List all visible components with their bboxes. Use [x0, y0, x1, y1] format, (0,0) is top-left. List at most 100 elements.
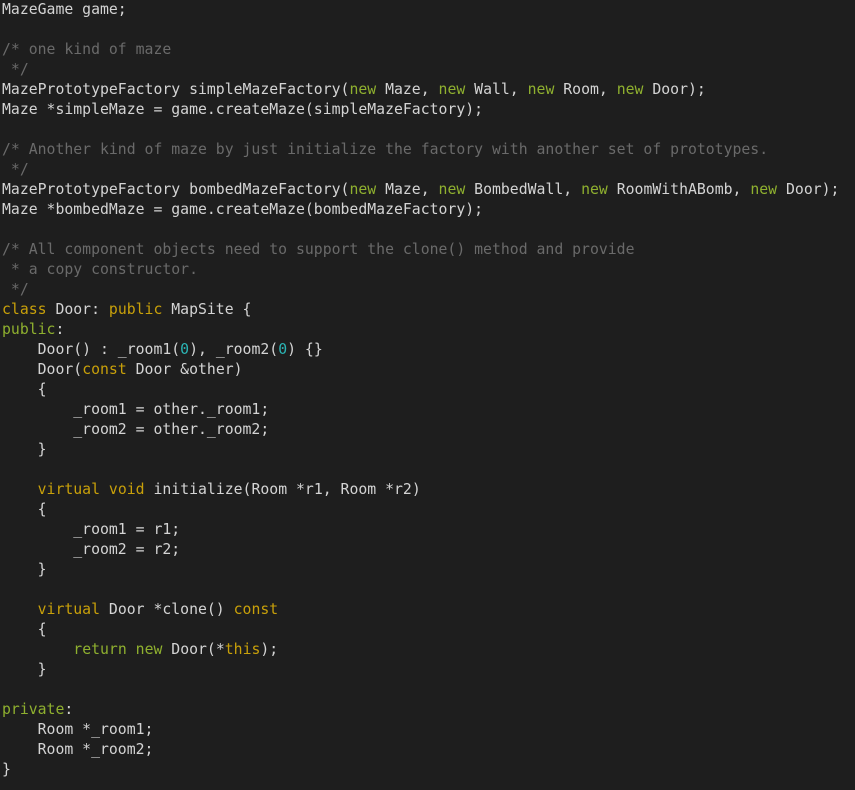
code-line: MazePrototypeFactory bombedMazeFactory(n… [2, 180, 839, 200]
code-token-new: new [527, 81, 555, 98]
code-line: * a copy constructor. [2, 260, 198, 280]
code-token-plain: _room2 = other._room2; [2, 421, 270, 438]
code-token-plain: MapSite { [162, 301, 252, 318]
code-line: _room1 = other._room1; [2, 400, 269, 420]
code-token-new: new [750, 181, 778, 198]
code-line: /* one kind of maze [2, 40, 171, 60]
code-token-plain: ); [260, 641, 279, 658]
code-line: } [2, 560, 47, 580]
code-token-plain: _room1 = r1; [2, 521, 181, 538]
code-token-new: private [2, 701, 65, 718]
code-line: virtual void initialize(Room *r1, Room *… [2, 480, 421, 500]
code-line: MazeGame game; [2, 0, 127, 20]
code-line: Room *_room2; [2, 740, 154, 760]
code-token-keyword: virtual [37, 601, 100, 618]
code-line: */ [2, 160, 29, 180]
code-line: return new Door(*this); [2, 640, 278, 660]
code-line: MazePrototypeFactory simpleMazeFactory(n… [2, 80, 706, 100]
code-line: virtual Door *clone() const [2, 600, 279, 620]
code-token-plain: { [2, 381, 47, 398]
code-token-plain: BombedWall, [465, 181, 582, 198]
code-token-comment: */ [2, 281, 29, 298]
code-token-new: return [73, 641, 127, 658]
code-line: private: [2, 700, 73, 720]
code-token-plain: Door &other) [126, 361, 243, 378]
code-token-plain: MazePrototypeFactory simpleMazeFactory( [2, 81, 350, 98]
code-token-comment: /* All component objects need to support… [2, 241, 635, 258]
code-line: /* Another kind of maze by just initiali… [2, 140, 768, 160]
code-token-keyword: void [108, 481, 145, 498]
code-token-keyword: virtual [37, 481, 100, 498]
code-line: _room1 = r1; [2, 520, 180, 540]
code-editor[interactable]: MazeGame game; /* one kind of maze */ Maze… [0, 0, 855, 790]
code-token-plain: Maze *simpleMaze = game.createMaze(simpl… [2, 101, 484, 118]
code-token-plain: } [2, 661, 47, 678]
code-token-plain: initialize(Room *r1, Room *r2) [144, 481, 421, 498]
code-token-comment: /* one kind of maze [2, 41, 172, 58]
code-line: */ [2, 60, 29, 80]
code-token-comment: */ [2, 161, 29, 178]
code-token-comment: /* Another kind of maze by just initiali… [2, 141, 769, 158]
code-token-plain: { [2, 621, 47, 638]
code-token-plain: Room *_room2; [2, 741, 154, 758]
code-line: Maze *bombedMaze = game.createMaze(bombe… [2, 200, 483, 220]
code-token-plain: Door); [777, 181, 840, 198]
code-line: Maze *simpleMaze = game.createMaze(simpl… [2, 100, 483, 120]
code-token-keyword: this [224, 641, 261, 658]
code-token-plain: Wall, [465, 81, 528, 98]
code-token-plain: Door); [643, 81, 706, 98]
code-line: class Door: public MapSite { [2, 300, 251, 320]
code-line: Door() : _room1(0), _room2(0) {} [2, 340, 323, 360]
code-token-plain: Room, [554, 81, 617, 98]
code-line: } [2, 440, 47, 460]
code-line: { [2, 380, 47, 400]
code-token-new: new [135, 641, 163, 658]
code-token-plain: Maze, [376, 181, 439, 198]
code-token-plain: } [2, 761, 11, 778]
code-token-comment: */ [2, 61, 29, 78]
code-token-new: new [581, 181, 608, 198]
code-line: { [2, 620, 47, 640]
code-token-number: 0 [180, 341, 190, 358]
code-token-keyword: class [2, 301, 47, 318]
code-line: _room2 = other._room2; [2, 420, 269, 440]
code-token-keyword: public [108, 301, 163, 318]
code-token-plain: Door *clone() [100, 601, 234, 618]
code-line: { [2, 500, 47, 520]
code-token-comment: * a copy constructor. [2, 261, 198, 278]
code-token-plain: : [55, 321, 65, 338]
code-line: /* All component objects need to support… [2, 240, 635, 260]
code-token-plain: Maze *bombedMaze = game.createMaze(bombe… [2, 201, 484, 218]
code-token-new: new [349, 81, 377, 98]
code-token-plain: _room1 = other._room1; [2, 401, 270, 418]
code-token-new: public [2, 321, 56, 338]
code-token-plain: Door( [2, 361, 83, 378]
code-token-plain: Door: [46, 301, 109, 318]
code-token-keyword: const [82, 361, 127, 378]
code-token-plain: MazePrototypeFactory bombedMazeFactory( [2, 181, 350, 198]
code-line: } [2, 760, 11, 780]
code-token-new: new [438, 181, 466, 198]
code-token-new: new [438, 81, 466, 98]
code-token-keyword: const [233, 601, 279, 618]
code-line: */ [2, 280, 29, 300]
code-token-plain: Maze, [376, 81, 439, 98]
code-token-plain: : [64, 701, 74, 718]
code-line: public: [2, 320, 64, 340]
code-token-plain: Room *_room1; [2, 721, 154, 738]
code-token-new: new [349, 181, 377, 198]
code-token-plain: MazeGame game; [2, 1, 127, 18]
code-line: } [2, 660, 47, 680]
code-token-plain: Door(* [162, 641, 225, 658]
code-token-plain: _room2 = r2; [2, 541, 181, 558]
code-token-plain: { [2, 501, 47, 518]
code-token-plain: RoomWithABomb, [607, 181, 751, 198]
code-token-number: 0 [278, 341, 288, 358]
code-token-plain: ) {} [287, 341, 323, 358]
code-token-plain: Door() : _room1( [2, 341, 181, 358]
